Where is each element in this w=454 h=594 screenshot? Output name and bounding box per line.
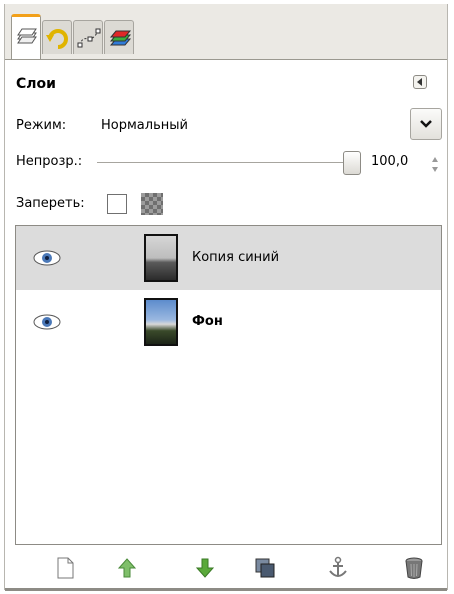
layer-thumbnail — [144, 298, 178, 346]
mode-value[interactable]: Нормальный — [101, 118, 188, 133]
opacity-label: Непрозр.: — [16, 154, 83, 169]
layers-panel: Слои Режим: Нормальный Непрозр.: 100,0 З… — [5, 59, 447, 591]
arrow-down-icon — [195, 558, 215, 578]
undo-history-tab-icon — [46, 29, 68, 49]
channels-tab-icon — [109, 30, 132, 46]
arrow-up-icon — [117, 558, 137, 578]
layers-tab-icon — [17, 28, 37, 44]
layer-row[interactable]: Копия синий — [16, 226, 441, 290]
layer-row[interactable]: Фон — [16, 290, 441, 354]
raise-layer-button[interactable] — [114, 555, 140, 581]
paths-tab-icon — [77, 28, 101, 48]
dock-tabbar — [5, 4, 447, 60]
layer-name[interactable]: Копия синий — [192, 250, 279, 265]
layers-toolbar — [15, 552, 442, 586]
opacity-slider-track[interactable] — [97, 162, 343, 163]
tab-paths[interactable] — [73, 20, 103, 54]
duplicate-layer-button[interactable] — [252, 555, 278, 581]
lock-pixels-checkbox[interactable] — [107, 194, 127, 214]
delete-layer-button[interactable] — [401, 555, 427, 581]
duplicate-icon — [255, 558, 275, 578]
dock-bottom-border — [5, 588, 447, 591]
new-page-icon — [57, 557, 74, 579]
new-layer-button[interactable] — [52, 555, 78, 581]
trash-icon — [405, 557, 423, 579]
lock-alpha-checkerboard-icon[interactable] — [141, 193, 163, 215]
tab-layers[interactable] — [11, 14, 41, 60]
eye-visibility-icon[interactable] — [32, 248, 62, 268]
opacity-spin-button[interactable] — [429, 154, 441, 176]
layer-name[interactable]: Фон — [192, 314, 223, 329]
panel-title: Слои — [16, 76, 56, 92]
opacity-value[interactable]: 100,0 — [371, 154, 408, 169]
tab-channels[interactable] — [104, 20, 134, 54]
anchor-icon — [329, 556, 347, 577]
tab-undo-history[interactable] — [42, 20, 72, 54]
mode-label: Режим: — [16, 118, 67, 133]
opacity-slider-handle[interactable] — [343, 151, 361, 175]
layer-thumbnail — [144, 234, 178, 282]
lock-label: Запереть: — [16, 196, 85, 211]
mode-dropdown-button[interactable] — [410, 108, 442, 140]
panel-menu-button[interactable] — [413, 75, 427, 89]
chevron-down-icon — [420, 120, 432, 128]
layers-list: Копия синий Фон — [15, 225, 442, 545]
lower-layer-button[interactable] — [192, 555, 218, 581]
layers-dock: Слои Режим: Нормальный Непрозр.: 100,0 З… — [4, 4, 448, 591]
anchor-layer-button[interactable] — [325, 555, 351, 581]
eye-visibility-icon[interactable] — [32, 312, 62, 332]
